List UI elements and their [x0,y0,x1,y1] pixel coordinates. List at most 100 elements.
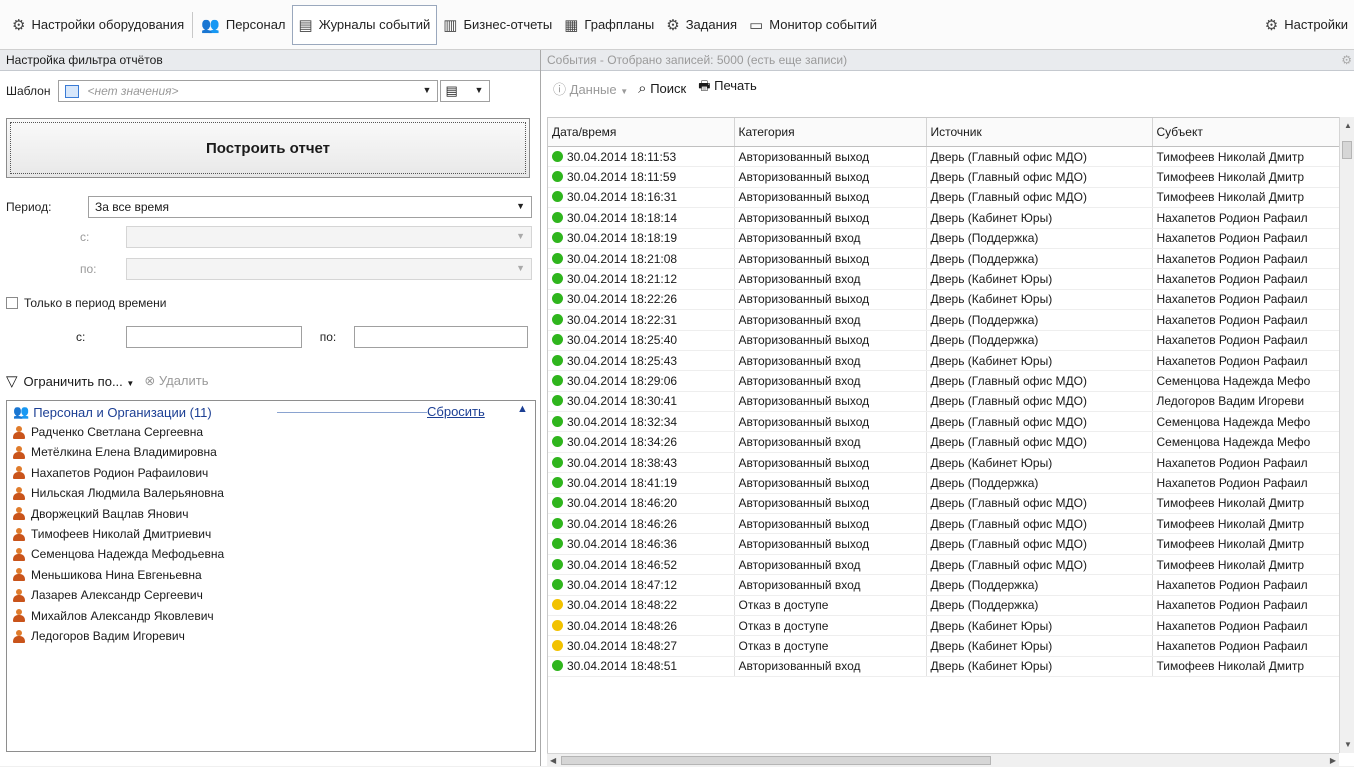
toolbar-business-reports[interactable]: ▥ Бизнес-отчеты [437,6,558,44]
person-list-item[interactable]: Ледогоров Вадим Игоревич [13,629,185,643]
person-list-item[interactable]: Семенцова Надежда Мефодьевна [13,547,224,561]
table-row[interactable]: 30.04.2014 18:29:06 Авторизованный вход Дв… [548,370,1340,392]
person-list-item[interactable]: Нахапетов Родион Рафаилович [13,466,208,480]
horizontal-scroll-thumb[interactable] [561,756,991,765]
table-row[interactable]: 30.04.2014 18:47:12 Авторизованный вход Дв… [548,574,1340,596]
reports-icon: ▥ [443,16,458,34]
table-row[interactable]: 30.04.2014 18:48:27 Отказ в доступе Дверь … [548,635,1340,657]
time-from-input[interactable] [126,326,302,348]
table-row[interactable]: 30.04.2014 18:18:19 Авторизованный вход Дв… [548,228,1340,249]
person-list-item[interactable]: Метёлкина Елена Владимировна [13,445,217,459]
table-row[interactable]: 30.04.2014 18:11:59 Авторизованный выход Д… [548,166,1340,188]
cell-source: Дверь (Главный офис МДО) [926,370,1153,392]
table-row[interactable]: 30.04.2014 18:48:26 Отказ в доступе Дверь … [548,615,1340,637]
toolbar-personnel[interactable]: 👥 Персонал [195,6,291,44]
events-panel-header: События - Отобрано записей: 5000 (есть е… [541,50,1354,71]
column-header-subject[interactable]: Субъект [1152,118,1340,147]
cell-subject: Нахапетов Родион Рафаил [1152,207,1340,229]
table-row[interactable]: 30.04.2014 18:18:14 Авторизованный выход Д… [548,207,1340,229]
person-list-item[interactable]: Дворжецкий Вацлав Янович [13,507,189,521]
cell-source: Дверь (Кабинет Юры) [926,615,1153,637]
person-name: Лазарев Александр Сергеевич [31,588,203,603]
table-row[interactable]: 30.04.2014 18:22:31 Авторизованный вход Дв… [548,309,1340,331]
toolbar-settings[interactable]: ⚙ Настройки [1259,6,1354,44]
vertical-scroll-thumb[interactable] [1342,141,1352,159]
reset-link[interactable]: Сбросить [427,404,485,419]
person-list-item[interactable]: Радченко Светлана Сергеевна [13,425,203,439]
date-to-label: по: [80,262,97,276]
template-select[interactable]: <нет значения> ▼ [58,80,439,102]
save-template-button[interactable]: ▤ ▼ [440,80,491,102]
restrict-label: Ограничить по... [23,373,123,389]
restrict-button[interactable]: Ограничить по... ▼ [24,374,135,389]
collapse-chevron-up-icon[interactable]: ▲ [517,403,528,415]
only-period-checkbox[interactable] [6,297,18,309]
delete-button[interactable]: ⊗ Удалить [144,373,208,389]
period-select[interactable]: За все время ▼ [88,196,532,218]
table-row[interactable]: 30.04.2014 18:46:52 Авторизованный вход Дв… [548,554,1340,576]
table-row[interactable]: 30.04.2014 18:22:26 Авторизованный выход Д… [548,289,1340,311]
horizontal-scrollbar[interactable]: ◀ ▶ [547,753,1339,767]
table-row[interactable]: 30.04.2014 18:21:12 Авторизованный вход Дв… [548,268,1340,290]
cell-datetime: 30.04.2014 18:47:12 [548,574,735,596]
person-list-item[interactable]: Михайлов Александр Яковлевич [13,609,214,623]
search-button[interactable]: ⌕ Поиск [638,80,686,97]
table-row[interactable]: 30.04.2014 18:21:08 Авторизованный выход Д… [548,248,1340,270]
table-row[interactable]: 30.04.2014 18:25:43 Авторизованный вход Дв… [548,350,1340,372]
period-row: Период: За все время ▼ [6,196,532,218]
table-row[interactable]: 30.04.2014 18:38:43 Авторизованный выход Д… [548,452,1340,474]
vertical-scrollbar[interactable]: ▲ ▼ [1339,117,1354,753]
table-row[interactable]: 30.04.2014 18:16:31 Авторизованный выход Д… [548,187,1340,209]
cell-source: Дверь (Поддержка) [926,309,1153,331]
cell-source: Дверь (Главный офис МДО) [926,187,1153,209]
scroll-left-icon[interactable]: ◀ [550,756,556,765]
person-list-item[interactable]: Тимофеев Николай Дмитриевич [13,527,211,541]
cell-datetime: 30.04.2014 18:29:06 [548,370,735,392]
data-menu-button[interactable]: ⓘ Данные ▼ [553,79,628,98]
toolbar-schedules[interactable]: ▦ Графпланы [558,6,660,44]
monitor-icon: ▭ [749,16,764,34]
settings-gear-icon[interactable]: ⚙ [1341,50,1352,70]
scroll-right-icon[interactable]: ▶ [1330,756,1336,765]
cell-category: Авторизованный вход [734,574,927,596]
table-row[interactable]: 30.04.2014 18:30:41 Авторизованный выход Д… [548,391,1340,413]
table-row[interactable]: 30.04.2014 18:46:26 Авторизованный выход Д… [548,513,1340,535]
table-row[interactable]: 30.04.2014 18:32:34 Авторизованный выход Д… [548,411,1340,433]
cell-source: Дверь (Поддержка) [926,330,1153,351]
table-row[interactable]: 30.04.2014 18:48:22 Отказ в доступе Дверь … [548,595,1340,616]
datetime-text: 30.04.2014 18:21:08 [567,251,678,266]
scroll-down-icon[interactable]: ▼ [1344,740,1352,749]
toolbar-event-monitor[interactable]: ▭ Монитор событий [743,6,883,44]
person-list-item[interactable]: Нильская Людмила Валерьяновна [13,486,224,500]
build-report-button[interactable]: Построить отчет [6,118,530,178]
cell-datetime: 30.04.2014 18:32:34 [548,411,735,433]
person-icon [13,466,25,480]
table-row[interactable]: 30.04.2014 18:41:19 Авторизованный выход Д… [548,472,1340,494]
toolbar-tasks[interactable]: ⚙ Задания [660,6,743,44]
status-dot-icon [552,640,563,652]
person-list-item[interactable]: Лазарев Александр Сергеевич [13,588,203,602]
person-icon [13,486,25,500]
column-header-category[interactable]: Категория [734,118,927,147]
date-to-picker[interactable]: ▼ [126,258,532,280]
toolbar-event-journals[interactable]: ▤ Журналы событий [291,4,438,45]
status-dot-icon [552,150,563,162]
table-row[interactable]: 30.04.2014 18:46:20 Авторизованный выход Д… [548,493,1340,515]
only-period-row: Только в период времени [6,296,166,310]
date-from-picker[interactable]: ▼ [126,226,532,248]
table-row[interactable]: 30.04.2014 18:46:36 Авторизованный выход Д… [548,533,1340,555]
cell-subject: Тимофеев Николай Дмитр [1152,166,1340,188]
scroll-up-icon[interactable]: ▲ [1344,121,1352,130]
person-list-item[interactable]: Меньшикова Нина Евгеньевна [13,568,202,582]
status-dot-icon [552,558,563,570]
toolbar-equipment-settings[interactable]: ⚙ Настройки оборудования [6,6,190,44]
time-to-input[interactable] [354,326,528,348]
column-header-datetime[interactable]: Дата/время [548,118,735,147]
datetime-text: 30.04.2014 18:11:59 [567,170,677,185]
table-row[interactable]: 30.04.2014 18:11:53 Авторизованный выход Д… [548,146,1340,168]
table-row[interactable]: 30.04.2014 18:34:26 Авторизованный вход Дв… [548,431,1340,453]
table-row[interactable]: 30.04.2014 18:48:51 Авторизованный вход Дв… [548,656,1340,678]
column-header-source[interactable]: Источник [926,118,1153,147]
table-row[interactable]: 30.04.2014 18:25:40 Авторизованный выход Д… [548,330,1340,351]
print-button[interactable]: 🖶 Печать [698,77,757,99]
